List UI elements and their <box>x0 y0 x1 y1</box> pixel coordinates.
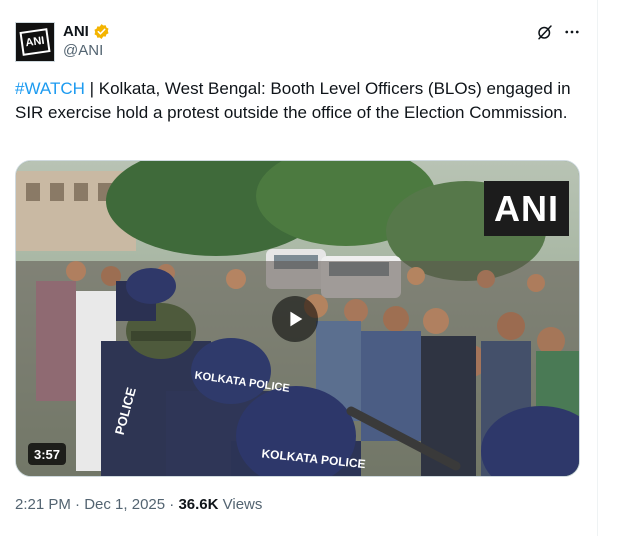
grok-icon[interactable] <box>536 23 554 41</box>
play-icon <box>290 311 303 327</box>
timeline-divider <box>597 0 598 536</box>
name-line: ANI <box>63 22 110 40</box>
tweet-meta: 2:21 PM · Dec 1, 2025 · 36.6K Views <box>15 496 262 513</box>
tweet-text: #WATCH | Kolkata, West Bengal: Booth Lev… <box>15 77 585 125</box>
meta-dot: · <box>70 496 85 513</box>
avatar[interactable]: ANI <box>15 22 55 62</box>
post-time[interactable]: 2:21 PM <box>15 496 71 513</box>
tweet-header: ANI ANI @ANI <box>15 20 585 62</box>
text-separator: | <box>84 79 99 98</box>
video-player[interactable]: KOLKATA POLICE KOLKATA POLICE POLICE ANI… <box>15 160 580 477</box>
ani-logo: ANI <box>19 28 51 56</box>
hashtag-link[interactable]: #WATCH <box>15 79 85 98</box>
play-button[interactable] <box>272 296 318 342</box>
handle[interactable]: @ANI <box>63 42 103 59</box>
more-options-icon[interactable] <box>563 23 581 41</box>
tweet-body: Kolkata, West Bengal: Booth Level Office… <box>15 79 571 122</box>
verified-badge-icon[interactable] <box>93 23 110 40</box>
display-name[interactable]: ANI <box>63 23 89 40</box>
ani-watermark: ANI <box>484 181 569 236</box>
meta-dot-2: · <box>165 496 179 513</box>
post-date[interactable]: Dec 1, 2025 <box>84 496 165 513</box>
views-count: 36.6K <box>178 496 219 513</box>
views-label: Views <box>218 496 263 513</box>
video-duration: 3:57 <box>28 443 67 465</box>
